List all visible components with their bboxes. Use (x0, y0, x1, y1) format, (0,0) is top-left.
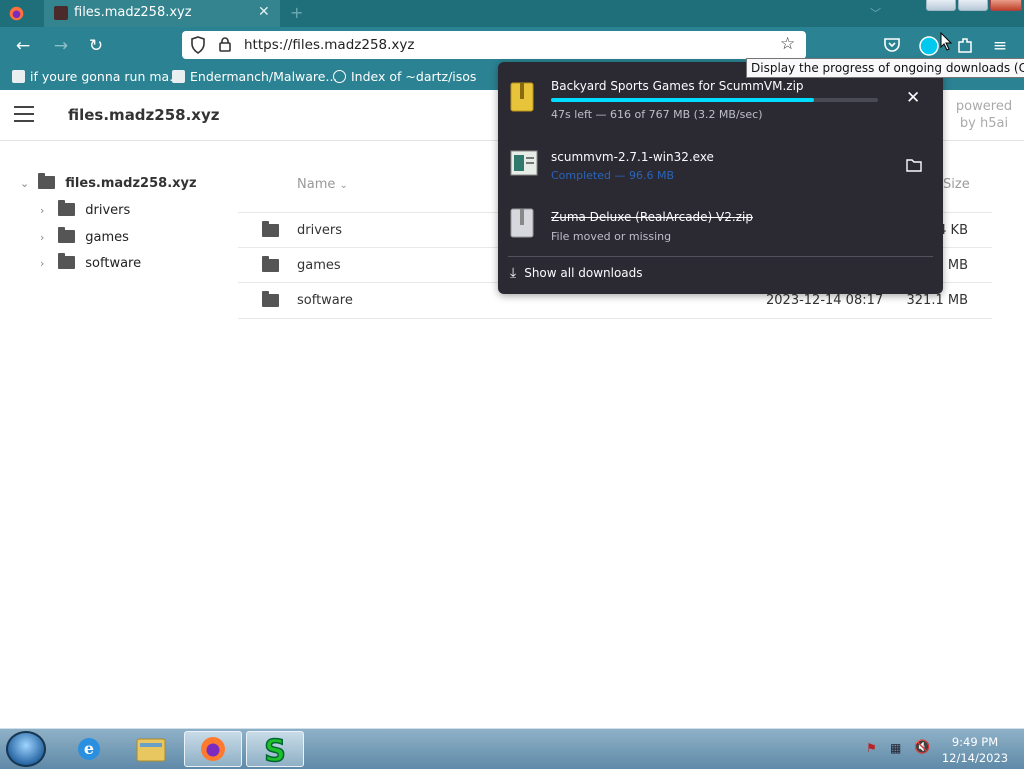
new-tab-icon[interactable]: + (290, 3, 303, 22)
explorer-icon (136, 738, 166, 762)
sidebar-toggle-icon[interactable] (14, 106, 34, 122)
globe-icon (333, 70, 346, 83)
download-filename: Zuma Deluxe (RealArcade) V2.zip (551, 210, 753, 224)
bookmark-favicon-icon (172, 70, 185, 83)
page-title[interactable]: files.madz258.xyz (68, 106, 219, 124)
chevron-right-icon[interactable]: › (40, 204, 54, 217)
minimize-window-button[interactable] (926, 0, 956, 11)
exe-icon (510, 150, 538, 176)
column-header-size[interactable]: Size (943, 177, 970, 192)
tree-item-software[interactable]: › software (40, 253, 141, 271)
folder-icon (38, 173, 56, 189)
download-status: File moved or missing (551, 230, 672, 243)
tab-strip: files.madz258.xyz ✕ + ﹀ (0, 0, 1024, 27)
sort-chevron-icon: ⌄ (339, 180, 348, 191)
url-text[interactable]: https://files.madz258.xyz (244, 37, 414, 53)
taskbar-explorer[interactable] (122, 731, 180, 767)
bookmark-favicon-icon (12, 70, 25, 83)
list-tabs-icon[interactable]: ﹀ (870, 5, 881, 21)
address-bar[interactable]: https://files.madz258.xyz ☆ (182, 31, 806, 59)
folder-icon (58, 227, 76, 243)
back-icon[interactable]: ← (12, 35, 34, 57)
tree-root[interactable]: ⌄ files.madz258.xyz (20, 173, 197, 191)
firefox-icon (201, 737, 225, 761)
download-progress-fill (551, 98, 814, 102)
reload-icon[interactable]: ↻ (85, 35, 107, 57)
tab-favicon (54, 6, 68, 20)
forward-icon[interactable]: → (50, 35, 72, 57)
taskbar-firefox[interactable] (184, 731, 242, 767)
download-item[interactable]: Backyard Sports Games for ScummVM.zip 47… (498, 76, 943, 136)
download-status: Completed — 96.6 MB (551, 169, 675, 182)
start-button[interactable] (6, 731, 46, 767)
close-tab-icon[interactable]: ✕ (258, 4, 270, 20)
action-center-icon[interactable]: ⚑ (866, 741, 877, 755)
svg-text:e: e (84, 739, 94, 758)
bookmark-item[interactable]: if youre gonna run ma... (12, 69, 181, 84)
menu-icon[interactable]: ≡ (989, 35, 1011, 57)
powered-by-link[interactable]: powered by h5ai (954, 98, 1014, 132)
pocket-icon[interactable] (883, 37, 901, 53)
zip-icon (510, 208, 534, 238)
downloads-tooltip: Display the progress of ongoing download… (746, 58, 1024, 78)
column-header-name[interactable]: Name ⌄ (297, 177, 348, 192)
show-all-downloads-button[interactable]: ⤓ Show all downloads (510, 265, 643, 281)
folder-icon (58, 253, 76, 269)
download-filename: scummvm-2.7.1-win32.exe (551, 150, 714, 164)
folder-icon (58, 200, 76, 216)
bookmark-item[interactable]: Endermanch/Malware... (172, 69, 337, 84)
taskbar-clock[interactable]: 9:49 PM 12/14/2023 (940, 734, 1010, 766)
taskbar-ie[interactable]: e (60, 731, 118, 767)
download-arrow-icon: ⤓ (510, 265, 517, 281)
clock-date: 12/14/2023 (941, 751, 1009, 765)
tree-item-games[interactable]: › games (40, 227, 129, 245)
cancel-download-icon[interactable]: ✕ (906, 88, 920, 108)
chevron-right-icon[interactable]: › (40, 257, 54, 270)
close-window-button[interactable] (990, 0, 1022, 11)
bookmark-item[interactable]: Index of ~dartz/isos (333, 69, 476, 84)
ie-icon: e (78, 738, 100, 760)
tree-item-drivers[interactable]: › drivers (40, 200, 130, 218)
chevron-down-icon[interactable]: ⌄ (20, 177, 34, 190)
extensions-icon[interactable] (956, 36, 974, 54)
volume-muted-icon[interactable]: 🔇 (914, 740, 930, 755)
download-status: 47s left — 616 of 767 MB (3.2 MB/sec) (551, 108, 763, 121)
zip-icon (510, 82, 534, 112)
divider (508, 256, 933, 257)
download-filename: Backyard Sports Games for ScummVM.zip (551, 79, 804, 93)
clock-time: 9:49 PM (951, 735, 999, 749)
chevron-right-icon[interactable]: › (40, 231, 54, 244)
mouse-cursor-icon (940, 32, 953, 51)
lock-icon[interactable] (218, 36, 232, 53)
maximize-window-button[interactable] (958, 0, 988, 11)
s-app-icon: S (263, 733, 286, 770)
firefox-menu-icon[interactable] (8, 5, 25, 22)
downloads-panel: Backyard Sports Games for ScummVM.zip 47… (498, 62, 943, 294)
tab-files-madz258[interactable]: files.madz258.xyz ✕ (44, 0, 280, 27)
folder-icon (262, 221, 279, 237)
tracking-protection-icon[interactable] (190, 36, 206, 54)
bookmark-star-icon[interactable]: ☆ (780, 34, 795, 54)
folder-icon (262, 291, 279, 307)
network-icon[interactable]: ▦ (890, 741, 901, 755)
download-item[interactable]: Zuma Deluxe (RealArcade) V2.zip File mov… (498, 202, 943, 252)
download-progress-bar (551, 98, 878, 102)
svg-text:S: S (264, 734, 286, 766)
download-item[interactable]: scummvm-2.7.1-win32.exe Completed — 96.6… (498, 142, 943, 192)
open-folder-icon[interactable] (906, 158, 922, 172)
taskbar-s-app[interactable]: S (246, 731, 304, 770)
tab-title: files.madz258.xyz (74, 5, 192, 20)
downloads-progress-icon[interactable] (918, 35, 940, 57)
folder-icon (262, 256, 279, 272)
windows-taskbar: e S ⚑ ▦ 🔇 9:49 PM 12/14/2023 (0, 728, 1024, 770)
